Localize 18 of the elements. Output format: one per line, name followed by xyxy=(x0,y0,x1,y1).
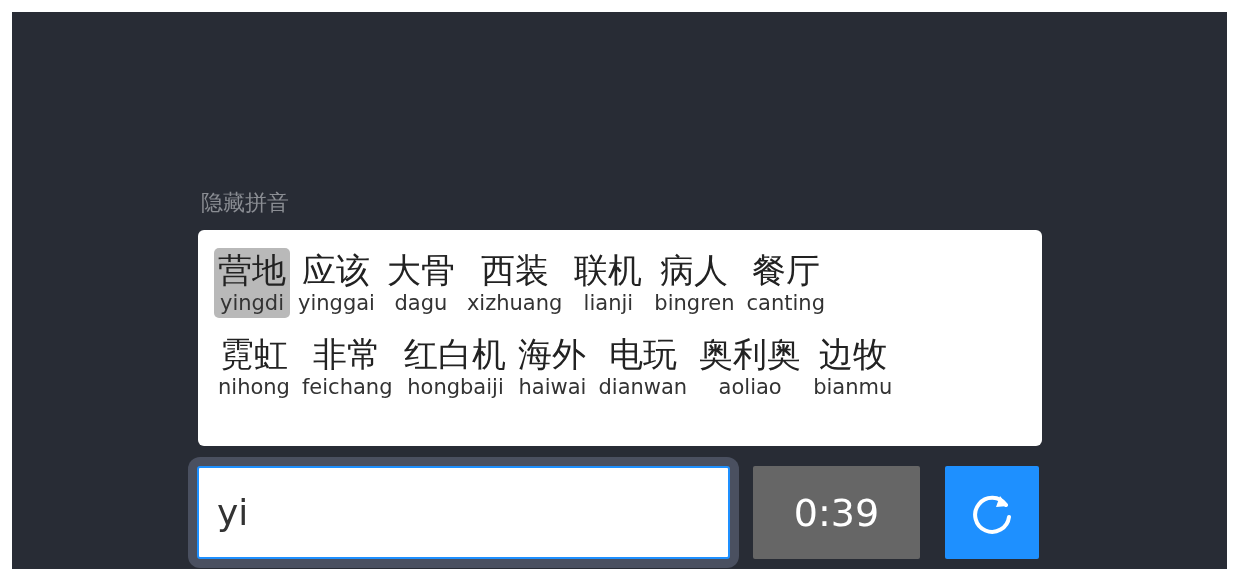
word-item: 餐厅 canting xyxy=(745,249,826,317)
word-item: 霓虹 nihong xyxy=(217,333,291,401)
word-item: 非常 feichang xyxy=(300,333,394,401)
word-item: 海外 haiwai xyxy=(517,333,588,401)
hide-pinyin-toggle[interactable]: 隐藏拼音 xyxy=(198,186,292,220)
countdown-timer: 0:39 xyxy=(753,466,920,559)
refresh-button[interactable] xyxy=(945,466,1039,559)
word-item: 病人 bingren xyxy=(653,249,736,317)
word-item: 西装 xizhuang xyxy=(465,249,564,317)
word-item: 联机 lianji xyxy=(573,249,644,317)
word-item: 红白机 hongbaiji xyxy=(403,333,508,401)
word-item: 应该 yinggai xyxy=(297,249,376,317)
word-item: 边牧 bianmu xyxy=(812,333,894,401)
word-item: 奥利奥 aoliao xyxy=(698,333,803,401)
word-item: 营地 yingdi xyxy=(214,248,290,318)
word-item: 电玩 dianwan xyxy=(597,333,689,401)
word-item: 大骨 dagu xyxy=(385,249,456,317)
typing-input[interactable]: yi xyxy=(197,466,730,559)
